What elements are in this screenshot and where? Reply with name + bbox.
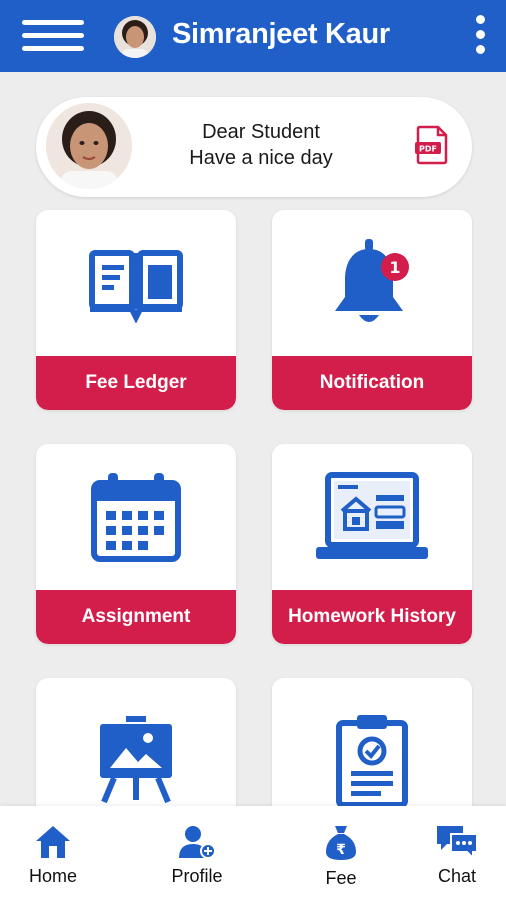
greeting-card: Dear Student Have a nice day PDF [36,97,472,197]
notification-badge: 1 [389,258,400,277]
svg-text:₹: ₹ [336,842,346,858]
chat-icon [437,826,478,860]
nav-profile[interactable]: Profile [152,824,242,887]
laptop-icon [272,444,472,590]
nav-label: Home [28,866,77,886]
tile-checklist[interactable] [272,678,472,818]
user-name-title: Simranjeet Kaur [172,18,390,50]
greeting-message: Dear Student Have a nice day [166,119,356,171]
bottom-navigation: Home Profile ₹ Fee Chat [0,806,506,900]
tile-label: Assignment [36,590,236,644]
tile-assignment[interactable]: Assignment [36,444,236,644]
easel-icon [36,678,236,818]
nav-label: Chat [437,866,477,886]
tile-label: Homework History [272,590,472,644]
calendar-icon [36,444,236,590]
clipboard-icon [272,678,472,818]
home-icon [36,826,70,858]
greeting-line-2: Have a nice day [189,147,333,169]
tile-notification[interactable]: 1 Notification [272,210,472,410]
tile-label: Fee Ledger [36,356,236,410]
hamburger-menu-icon[interactable] [22,20,84,54]
nav-fee[interactable]: ₹ Fee [296,824,386,889]
profile-icon [179,826,216,859]
nav-home[interactable]: Home [8,824,98,887]
tile-fee-ledger[interactable]: Fee Ledger [36,210,236,410]
greeting-line-1: Dear Student [202,121,320,143]
tile-homework-history[interactable]: Homework History [272,444,472,644]
tile-gallery[interactable] [36,678,236,818]
nav-label: Fee [325,868,357,888]
book-icon [36,210,236,356]
svg-text:PDF: PDF [419,145,437,154]
money-bag-icon: ₹ [326,826,356,860]
student-photo[interactable] [46,103,132,189]
pdf-icon[interactable]: PDF [414,125,450,165]
avatar[interactable] [114,16,156,58]
nav-chat[interactable]: Chat [412,824,502,887]
nav-label: Profile [171,866,223,886]
kebab-menu-icon[interactable] [472,15,488,59]
tile-label: Notification [272,356,472,410]
bell-icon: 1 [272,210,472,356]
app-header: Simranjeet Kaur [0,0,506,72]
